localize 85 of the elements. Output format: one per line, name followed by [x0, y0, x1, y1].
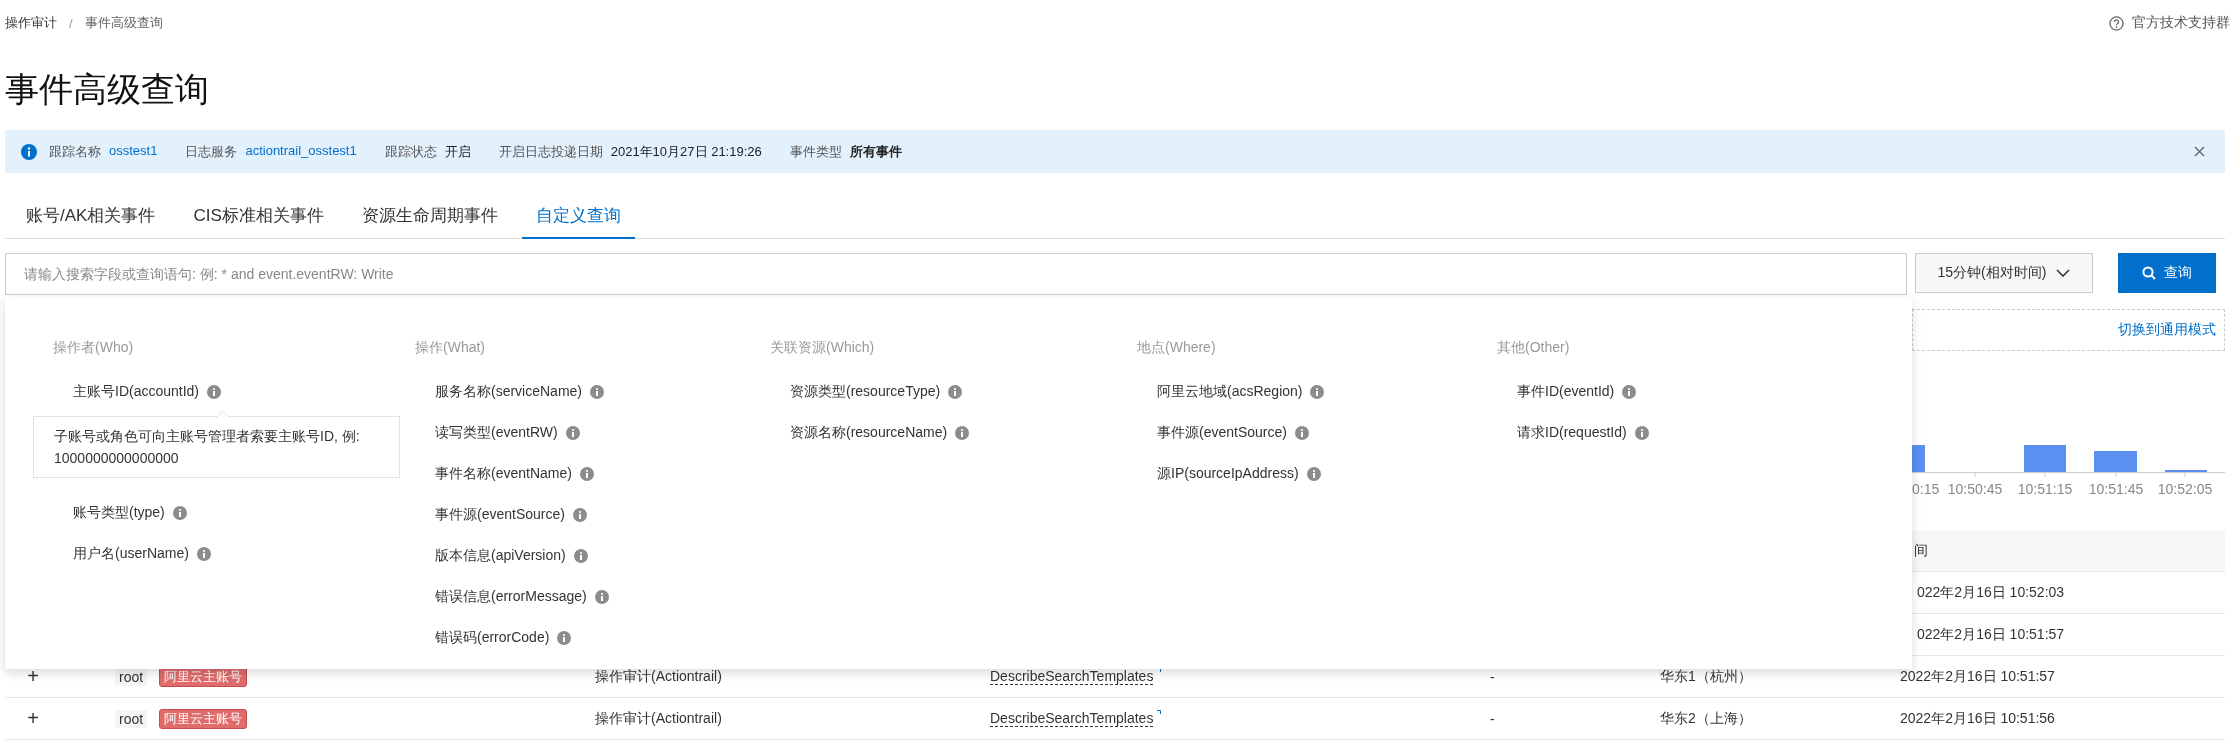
banner-label: 跟踪名称 — [49, 142, 101, 161]
info-icon[interactable] — [579, 466, 594, 481]
search-icon — [2142, 266, 2156, 280]
banner-value: 开启 — [444, 142, 471, 161]
field-option[interactable]: 错误信息(errorMessage) — [435, 587, 587, 606]
tab[interactable]: 自定义查询 — [521, 193, 635, 239]
tab[interactable]: 资源生命周期事件 — [347, 193, 512, 239]
field-option[interactable]: 主账号ID(accountId) — [73, 382, 200, 401]
field-option[interactable]: 资源类型(resourceType) — [790, 382, 941, 401]
group-title: 地点(Where) — [1137, 338, 1217, 357]
banner-label: 事件类型 — [789, 142, 842, 161]
info-icon[interactable] — [573, 548, 588, 563]
info-icon[interactable] — [196, 546, 211, 561]
field-option[interactable]: 事件名称(eventName) — [435, 464, 572, 483]
table-cell-text: - — [1490, 710, 1496, 727]
breadcrumb-separator: / — [69, 15, 73, 31]
tooltip-text: 子账号或角色可向主账号管理者索要主账号ID, 例: 1000000000000000 — [54, 428, 360, 466]
table-cell-text: 华东2（上海） — [1660, 709, 1753, 728]
field-option[interactable]: 事件ID(eventId) — [1517, 382, 1615, 401]
field-option[interactable]: 事件源(eventSource) — [1157, 423, 1287, 442]
info-icon[interactable] — [594, 589, 609, 604]
group-title: 关联资源(Which) — [770, 338, 876, 357]
info-icon[interactable] — [590, 384, 604, 399]
close-icon[interactable] — [2194, 146, 2205, 157]
table-cell-text: 022年2月16日 10:52:03 — [1916, 583, 2066, 602]
chevron-down-icon — [2056, 269, 2071, 277]
field-option[interactable]: 版本信息(apiVersion) — [435, 546, 566, 565]
external-link-icon — [1156, 710, 1162, 716]
info-icon[interactable] — [948, 384, 963, 399]
time-range-dropdown[interactable]: 15分钟(相对时间) — [1915, 253, 2093, 293]
info-icon[interactable] — [1294, 425, 1309, 440]
query-button[interactable]: 查询 — [2118, 253, 2216, 293]
table-cell-text: 操作审计(Actiontrail) — [595, 709, 723, 728]
breadcrumb-item[interactable]: 操作审计 — [5, 14, 57, 32]
table-cell-text: 华东1（杭州） — [1660, 667, 1753, 686]
banner-label: 日志服务 — [185, 142, 238, 161]
api-link[interactable]: DescribeSearchTemplates — [990, 710, 1154, 727]
field-option[interactable]: 资源名称(resourceName) — [790, 423, 948, 442]
field-option[interactable]: 源IP(sourceIpAddress) — [1157, 464, 1299, 483]
info-icon[interactable] — [565, 425, 580, 440]
field-option[interactable]: 服务名称(serviceName) — [435, 382, 582, 401]
info-icon[interactable] — [1310, 384, 1325, 399]
info-icon[interactable] — [1306, 466, 1321, 481]
tab[interactable]: CIS标准相关事件 — [179, 193, 338, 239]
mode-switch-link[interactable]: 切换到通用模式 — [2118, 321, 2216, 339]
help-link[interactable]: 官方技术支持群 — [2109, 14, 2230, 32]
help-icon — [2109, 15, 2124, 31]
field-option[interactable]: 阿里云地域(acsRegion) — [1157, 382, 1303, 401]
field-option[interactable]: 事件源(eventSource) — [435, 505, 565, 524]
info-icon[interactable] — [172, 505, 187, 520]
group-title: 操作(What) — [415, 338, 486, 357]
banner-value: 所有事件 — [849, 142, 902, 161]
banner-value: 2021年10月27日 21:19:26 — [610, 142, 762, 161]
expand-button[interactable]: + — [23, 665, 43, 688]
field-option[interactable]: 账号类型(type) — [73, 503, 165, 522]
group-title: 其他(Other) — [1497, 338, 1571, 357]
search-field[interactable]: 请输入搜索字段或查询语句: 例: * and event.eventRW: Write — [5, 253, 1907, 295]
info-icon — [21, 143, 37, 160]
field-option[interactable]: 请求ID(requestId) — [1517, 423, 1627, 442]
column-header: 间 — [1914, 542, 1928, 560]
group-title: 操作者(Who) — [53, 338, 135, 357]
info-icon[interactable] — [1634, 425, 1649, 440]
info-icon[interactable] — [207, 384, 222, 399]
info-icon[interactable] — [557, 630, 572, 645]
banner-link[interactable]: osstest1 — [109, 142, 158, 161]
page-title: 事件高级查询 — [5, 69, 210, 110]
table-cell-text: 2022年2月16日 10:51:56 — [1900, 709, 2056, 728]
table-cell: root — [115, 709, 148, 728]
table-cell-text: 022年2月16日 10:51:57 — [1916, 625, 2066, 644]
info-icon[interactable] — [1622, 384, 1637, 399]
account-tag: 阿里云主账号 — [159, 708, 248, 729]
field-option[interactable]: 错误码(errorCode) — [435, 628, 550, 647]
banner-label: 跟踪状态 — [384, 142, 437, 161]
info-icon[interactable] — [572, 507, 587, 522]
banner-label: 开启日志投递日期 — [498, 142, 603, 161]
info-icon[interactable] — [955, 425, 970, 440]
breadcrumb-item: 事件高级查询 — [84, 14, 163, 32]
expand-button[interactable]: + — [23, 707, 43, 730]
table-cell-text: 2022年2月16日 10:51:57 — [1900, 667, 2056, 686]
field-option[interactable]: 用户名(userName) — [73, 544, 189, 563]
table-cell-text: 操作审计(Actiontrail) — [595, 667, 723, 686]
field-option[interactable]: 读写类型(eventRW) — [435, 423, 558, 442]
banner-link[interactable]: actiontrail_osstest1 — [245, 142, 357, 161]
tab[interactable]: 账号/AK相关事件 — [12, 193, 170, 239]
table-cell-text: - — [1490, 668, 1496, 685]
